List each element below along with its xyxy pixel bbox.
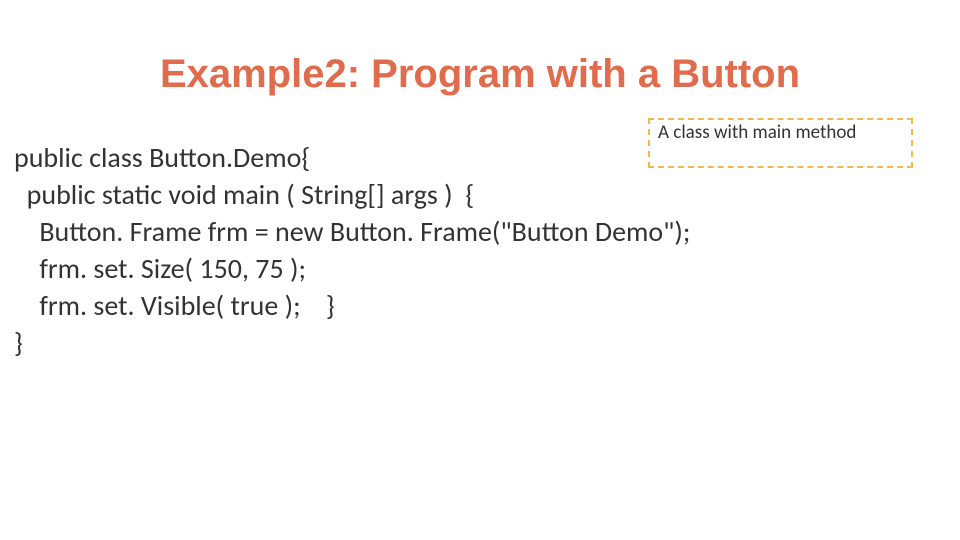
code-line-2: public static void main ( String[] args …: [14, 177, 690, 214]
code-line-6: }: [14, 325, 690, 362]
slide-title: Example2: Program with a Button: [0, 52, 960, 97]
code-line-4: frm. set. Size( 150, 75 );: [14, 251, 690, 288]
code-line-5: frm. set. Visible( true ); }: [14, 288, 690, 325]
code-line-1: public class Button.Demo{: [14, 140, 690, 177]
code-block: public class Button.Demo{ public static …: [14, 140, 690, 362]
code-line-3: Button. Frame frm = new Button. Frame("B…: [14, 214, 690, 251]
